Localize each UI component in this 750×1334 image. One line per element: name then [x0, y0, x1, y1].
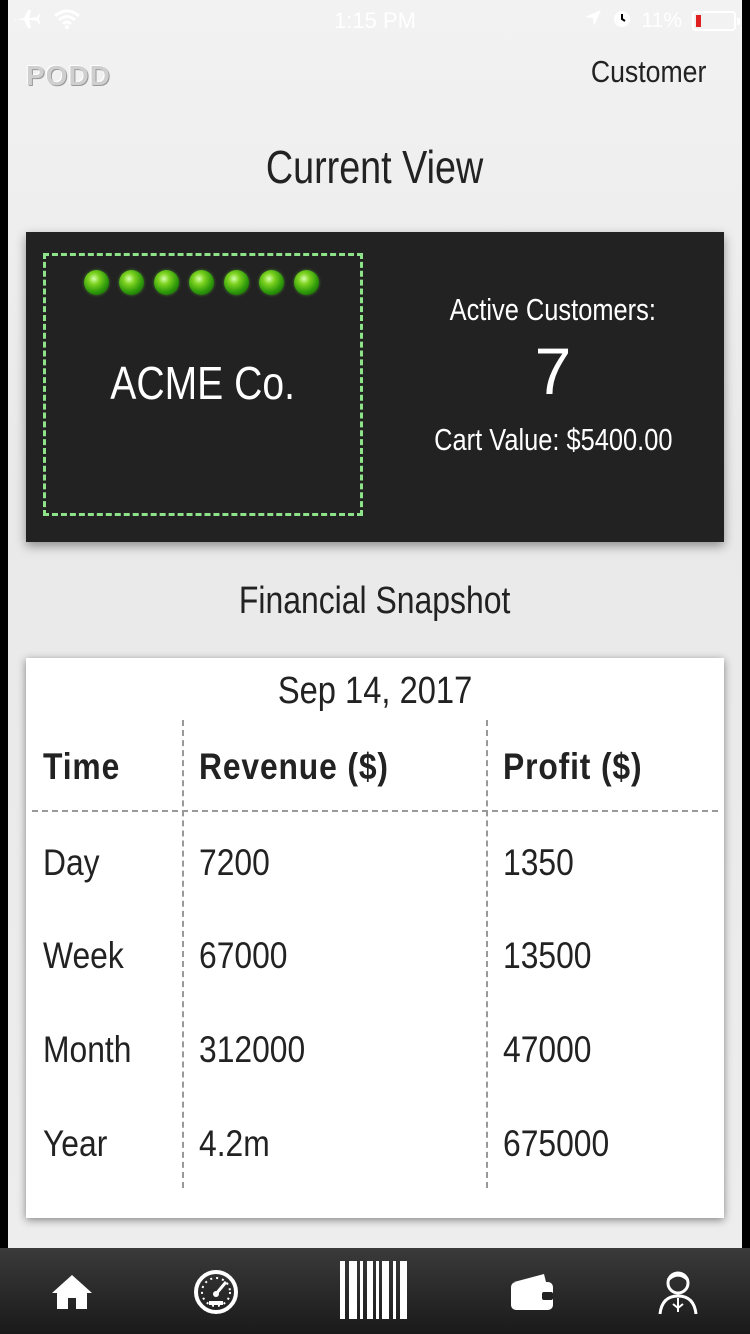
section-title: Financial Snapshot	[8, 580, 742, 623]
table-cell: Day	[43, 842, 109, 884]
table-cell: 1350	[503, 842, 585, 884]
status-bar: 1:15 PM 11%	[8, 0, 742, 40]
battery-icon	[692, 11, 740, 31]
cell-text: Day	[43, 842, 100, 883]
active-customers-value: 7	[534, 334, 572, 408]
financial-table-card: Sep 14, 2017 Time Revenue ($) Profit ($)…	[26, 658, 724, 1218]
section-title-text: Financial Snapshot	[239, 580, 511, 622]
customer-indicator-light	[259, 270, 284, 295]
barcode-scan-icon[interactable]	[336, 1258, 412, 1322]
customer-indicator-light	[189, 270, 214, 295]
customer-indicator-light	[224, 270, 249, 295]
column-header-text: Profit ($)	[503, 746, 643, 787]
column-header-profit: Profit ($)	[503, 746, 665, 788]
company-name-text: ACME Co.	[110, 357, 296, 409]
snapshot-date: Sep 14, 2017	[26, 670, 724, 713]
snapshot-date-text: Sep 14, 2017	[277, 670, 473, 712]
wifi-icon	[54, 9, 80, 34]
profile-icon[interactable]	[648, 1264, 708, 1320]
table-cell: Year	[43, 1123, 118, 1165]
table-cell: 13500	[503, 935, 606, 977]
customer-stats: Active Customers: 7 Cart Value: $5400.00	[396, 292, 710, 458]
table-cell: Week	[43, 935, 137, 977]
column-header-text: Revenue ($)	[199, 746, 389, 787]
current-view-panel: ACME Co. Active Customers: 7 Cart Value:…	[26, 232, 724, 542]
table-cell: 4.2m	[199, 1123, 281, 1165]
airplane-icon	[12, 8, 40, 35]
column-header-revenue: Revenue ($)	[199, 746, 420, 788]
table-cell: 675000	[503, 1123, 626, 1165]
column-divider	[182, 720, 184, 1188]
customer-indicator-light	[84, 270, 109, 295]
customer-indicator-light	[119, 270, 144, 295]
cell-text: 312000	[199, 1029, 306, 1070]
cart-value-text: Cart Value: $5400.00	[433, 422, 673, 457]
cart-value: Cart Value: $5400.00	[396, 422, 710, 458]
column-header-text: Time	[43, 746, 121, 787]
column-divider	[486, 720, 488, 1188]
table-cell: 312000	[199, 1029, 322, 1071]
bottom-nav	[0, 1248, 750, 1334]
column-header-time: Time	[43, 746, 133, 788]
wallet-icon[interactable]	[502, 1264, 562, 1320]
table-cell: Month	[43, 1029, 146, 1071]
customer-indicator-light	[294, 270, 319, 295]
cell-text: 47000	[503, 1029, 592, 1070]
app-logo[interactable]: PODD	[26, 60, 111, 92]
cell-text: Year	[43, 1123, 108, 1164]
cell-text: 13500	[503, 935, 592, 976]
cell-text: 675000	[503, 1123, 610, 1164]
table-cell: 47000	[503, 1029, 606, 1071]
cell-text: Week	[43, 935, 124, 976]
cell-text: 67000	[199, 935, 288, 976]
page-title-text: Current View	[266, 141, 484, 193]
dashboard-gauge-icon[interactable]	[186, 1264, 246, 1320]
alarm-icon	[612, 8, 632, 34]
customer-indicators	[84, 270, 319, 295]
table-cell: 7200	[199, 842, 281, 884]
cell-text: 1350	[503, 842, 574, 883]
cell-text: 7200	[199, 842, 270, 883]
table-cell: 67000	[199, 935, 302, 977]
header-divider	[32, 810, 718, 812]
company-name: ACME Co.	[46, 356, 360, 410]
company-card[interactable]: ACME Co.	[43, 253, 363, 516]
page-title: Current View	[8, 140, 742, 194]
customer-indicator-light	[154, 270, 179, 295]
active-customers-label-text: Active Customers:	[449, 292, 657, 327]
active-customers-label: Active Customers:	[396, 292, 710, 328]
battery-percent: 11%	[641, 9, 682, 32]
home-icon[interactable]	[42, 1264, 102, 1320]
cell-text: Month	[43, 1029, 132, 1070]
app-screen: 1:15 PM 11% PODD Customer Current View A…	[8, 0, 742, 1248]
cell-text: 4.2m	[199, 1123, 270, 1164]
location-arrow-icon	[584, 9, 602, 33]
customer-link[interactable]: Customer	[590, 54, 706, 90]
